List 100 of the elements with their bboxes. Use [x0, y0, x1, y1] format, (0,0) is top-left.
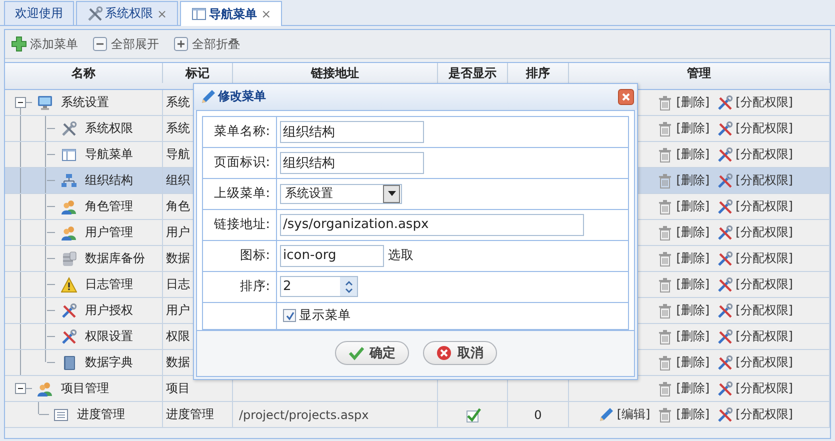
close-icon[interactable]: × — [157, 6, 168, 20]
action-link[interactable]: [分配权限] — [736, 146, 793, 163]
plus-icon — [173, 36, 189, 52]
org-chart-icon — [61, 172, 77, 188]
close-button[interactable] — [618, 88, 634, 105]
table-cell: 数据 — [166, 250, 190, 267]
action-link[interactable]: [分配权限] — [736, 120, 793, 137]
monitor-icon — [37, 94, 53, 110]
column-header[interactable]: 名称 — [5, 63, 163, 83]
table-row[interactable]: 项目管理 项目 [删除] [分配权限] — [5, 376, 830, 402]
warning-icon — [61, 276, 77, 292]
trash-icon — [657, 94, 674, 110]
table-cell: 系统 — [166, 120, 190, 137]
input-field[interactable]: /sys/organization.aspx — [280, 214, 584, 236]
action-link[interactable]: [分配权限] — [736, 94, 793, 111]
action-link[interactable]: [删除] — [676, 302, 710, 319]
table-cell: 0 — [534, 408, 542, 422]
select-link[interactable]: 选取 — [388, 247, 414, 264]
table-cell: 项目 — [166, 380, 190, 397]
action-link[interactable]: [删除] — [676, 94, 710, 111]
trash-icon — [657, 120, 674, 136]
action-link[interactable]: [删除] — [676, 276, 710, 293]
tree-label: 系统权限 — [85, 120, 133, 137]
action-link[interactable]: [分配权限] — [736, 406, 793, 423]
confirm-button[interactable]: 确定 — [334, 341, 408, 366]
field-label: 菜单名称: — [214, 123, 270, 140]
tab-label: 导航菜单 — [209, 6, 258, 22]
action-link[interactable]: [删除] — [676, 146, 710, 163]
action-link[interactable]: [删除] — [676, 250, 710, 267]
toolbar-button[interactable]: 添加菜单 — [11, 36, 78, 52]
collapse-toggle[interactable] — [15, 97, 26, 108]
tab[interactable]: 系统权限 × — [76, 1, 178, 25]
action-link[interactable]: [分配权限] — [736, 354, 793, 371]
table-cell: 系统 — [166, 94, 190, 111]
tree-label: 用户授权 — [85, 302, 133, 319]
trash-icon — [657, 328, 674, 344]
action-link[interactable]: [删除] — [676, 380, 710, 397]
tree-label: 系统设置 — [61, 94, 109, 111]
action-link[interactable]: [删除] — [676, 224, 710, 241]
field-label: 上级菜单: — [214, 185, 270, 202]
trash-icon — [657, 406, 674, 422]
collapse-toggle[interactable] — [15, 383, 26, 394]
caret-icon — [388, 191, 396, 196]
table-cell: 角色 — [166, 198, 190, 215]
action-link[interactable]: [删除] — [676, 198, 710, 215]
tab-label: 欢迎使用 — [15, 5, 63, 22]
show-menu-checkbox[interactable]: 显示菜单 — [283, 307, 351, 324]
trash-icon — [657, 380, 674, 396]
tab-label: 系统权限 — [105, 5, 153, 22]
input-field[interactable]: 组织结构 — [280, 120, 424, 143]
tools-icon — [61, 328, 77, 344]
action-link[interactable]: [编辑] — [616, 406, 650, 423]
plus-icon — [11, 36, 27, 52]
close-icon[interactable]: × — [261, 7, 272, 21]
input-field[interactable]: icon-org — [280, 244, 384, 267]
action-link[interactable]: [分配权限] — [736, 250, 793, 267]
dropdown[interactable]: 系统设置 — [280, 184, 402, 204]
action-link[interactable]: [删除] — [676, 328, 710, 345]
table-row[interactable]: 进度管理 进度管理 /project/projects.aspx 0 [编辑] [删除] [分配权限] — [5, 402, 830, 428]
field-label: 图标: — [240, 247, 270, 264]
trash-icon — [657, 276, 674, 292]
tree-label: 导航菜单 — [85, 146, 133, 163]
tree-label: 项目管理 — [61, 380, 109, 397]
check-icon — [348, 345, 364, 362]
tree-label: 进度管理 — [77, 406, 125, 423]
table-cell: 权限 — [166, 328, 190, 345]
tab[interactable]: 导航菜单 × — [180, 1, 282, 26]
toolbar-button[interactable]: 全部展开 — [92, 36, 159, 52]
action-link[interactable]: [删除] — [676, 172, 710, 189]
tools-icon — [716, 328, 733, 344]
tab[interactable]: 欢迎使用 — [4, 1, 74, 25]
tools-icon — [716, 94, 733, 110]
check-icon — [284, 310, 294, 321]
action-link[interactable]: [分配权限] — [736, 328, 793, 345]
window-icon — [61, 146, 77, 162]
action-link[interactable]: [删除] — [676, 120, 710, 137]
tools-icon — [716, 302, 733, 318]
action-link[interactable]: [删除] — [676, 406, 710, 423]
trash-icon — [657, 146, 674, 162]
list-icon — [53, 406, 69, 422]
book-icon — [61, 354, 77, 370]
action-link[interactable]: [分配权限] — [736, 198, 793, 215]
action-link[interactable]: [分配权限] — [736, 380, 793, 397]
action-link[interactable]: [分配权限] — [736, 172, 793, 189]
table-cell: 用户 — [166, 302, 190, 319]
action-link[interactable]: [分配权限] — [736, 302, 793, 319]
action-link[interactable]: [删除] — [676, 354, 710, 371]
people-icon — [61, 198, 77, 214]
action-link[interactable]: [分配权限] — [736, 224, 793, 241]
cancel-button[interactable]: 取消 — [422, 341, 496, 366]
table-cell: 用户 — [166, 224, 190, 241]
tools-icon — [716, 172, 733, 188]
toolbar-button[interactable]: 全部折叠 — [173, 36, 240, 52]
table-cell: /project/projects.aspx — [239, 408, 369, 422]
pencil-icon — [598, 406, 614, 422]
tools-icon — [716, 354, 733, 370]
input-field[interactable]: 组织结构 — [280, 152, 424, 174]
pencil-icon — [200, 88, 216, 105]
action-link[interactable]: [分配权限] — [736, 276, 793, 293]
number-spinner[interactable]: 2 — [280, 276, 358, 298]
